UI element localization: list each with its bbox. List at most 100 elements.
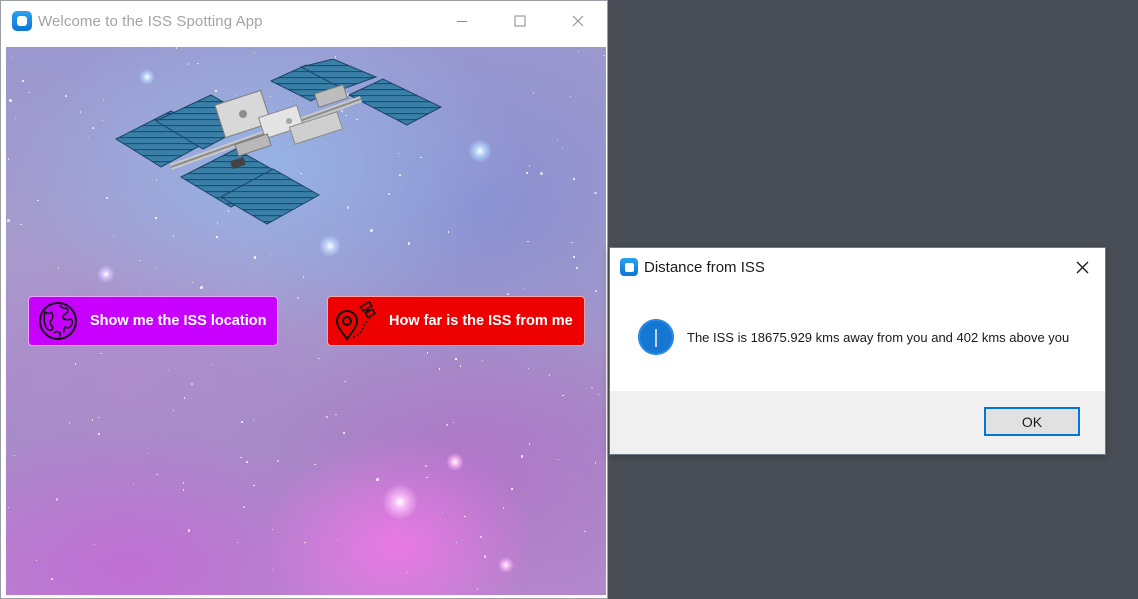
star (68, 422, 71, 424)
star (540, 172, 543, 175)
maximize-icon (514, 15, 526, 27)
star (502, 507, 505, 509)
star (240, 456, 242, 459)
star (511, 488, 513, 490)
star (343, 432, 345, 434)
star (603, 54, 605, 57)
star (182, 482, 185, 484)
star (520, 455, 524, 458)
minimize-icon (457, 21, 467, 22)
star (252, 418, 255, 421)
star (51, 578, 53, 580)
star (577, 50, 580, 53)
app-icon (620, 258, 638, 276)
dialog-close-button[interactable] (1059, 248, 1105, 286)
ok-button[interactable]: OK (984, 407, 1080, 436)
dialog-footer: OK (610, 391, 1105, 454)
star (269, 253, 272, 255)
close-button[interactable] (549, 1, 607, 41)
star (406, 571, 409, 574)
star (407, 242, 411, 245)
star (507, 293, 509, 295)
star (13, 454, 16, 457)
star (7, 158, 10, 160)
how-far-iss-button[interactable]: How far is the ISS from me (327, 296, 585, 346)
star (187, 529, 191, 532)
star (336, 538, 339, 541)
star (597, 393, 600, 396)
star (14, 117, 17, 120)
star (376, 478, 379, 482)
dialog-body: The ISS is 18675.929 kms away from you a… (610, 286, 1105, 391)
star-glow (382, 484, 418, 520)
star (87, 136, 90, 139)
star (572, 255, 576, 259)
star (528, 443, 531, 445)
star (65, 95, 67, 97)
star (591, 386, 593, 389)
star (20, 223, 22, 226)
star (253, 484, 255, 487)
close-icon (572, 15, 584, 27)
distance-dialog: Distance from ISS The ISS is 18675.929 k… (609, 247, 1106, 455)
star (527, 367, 530, 370)
star (594, 191, 597, 195)
dialog-title-bar[interactable]: Distance from ISS (610, 248, 1105, 286)
star (562, 394, 564, 397)
star (191, 383, 193, 385)
star (526, 172, 528, 174)
star (556, 138, 559, 141)
star-glow (468, 139, 492, 163)
star (156, 473, 158, 476)
star (548, 374, 551, 376)
star (480, 536, 482, 538)
star (446, 424, 448, 426)
info-glyph (655, 329, 657, 347)
star (155, 266, 158, 268)
star (483, 555, 487, 558)
star (459, 365, 462, 367)
star (441, 511, 444, 514)
star (595, 290, 597, 292)
star (522, 287, 525, 290)
star (326, 416, 328, 418)
maximize-button[interactable] (491, 1, 549, 41)
star (425, 465, 427, 467)
star (253, 256, 257, 259)
star (132, 483, 135, 486)
star (532, 92, 535, 94)
star (91, 419, 94, 421)
star (576, 267, 578, 269)
star (200, 286, 203, 289)
star (79, 111, 82, 113)
iss-image (114, 59, 443, 225)
dialog-message: The ISS is 18675.929 kms away from you a… (687, 330, 1070, 345)
title-bar[interactable]: Welcome to the ISS Spotting App (1, 1, 607, 41)
star (318, 357, 320, 360)
star (92, 127, 94, 129)
star (172, 409, 175, 412)
star (464, 515, 466, 518)
star (191, 281, 194, 284)
minimize-button[interactable] (433, 1, 491, 41)
star-glow (97, 265, 115, 283)
star (100, 352, 102, 355)
star (527, 240, 529, 243)
star (335, 413, 337, 416)
star (28, 91, 30, 94)
star (167, 369, 170, 372)
star (528, 165, 531, 167)
star (271, 568, 274, 571)
close-icon (1076, 261, 1088, 273)
star (561, 147, 564, 150)
how-far-iss-label: How far is the ISS from me (389, 313, 573, 329)
globe-icon (39, 302, 77, 340)
star (236, 541, 239, 544)
star (147, 452, 150, 455)
star (7, 219, 10, 222)
star (139, 292, 142, 295)
show-iss-location-button[interactable]: Show me the ISS location (28, 296, 278, 346)
star (183, 397, 186, 399)
star (102, 98, 105, 101)
star (57, 267, 60, 269)
